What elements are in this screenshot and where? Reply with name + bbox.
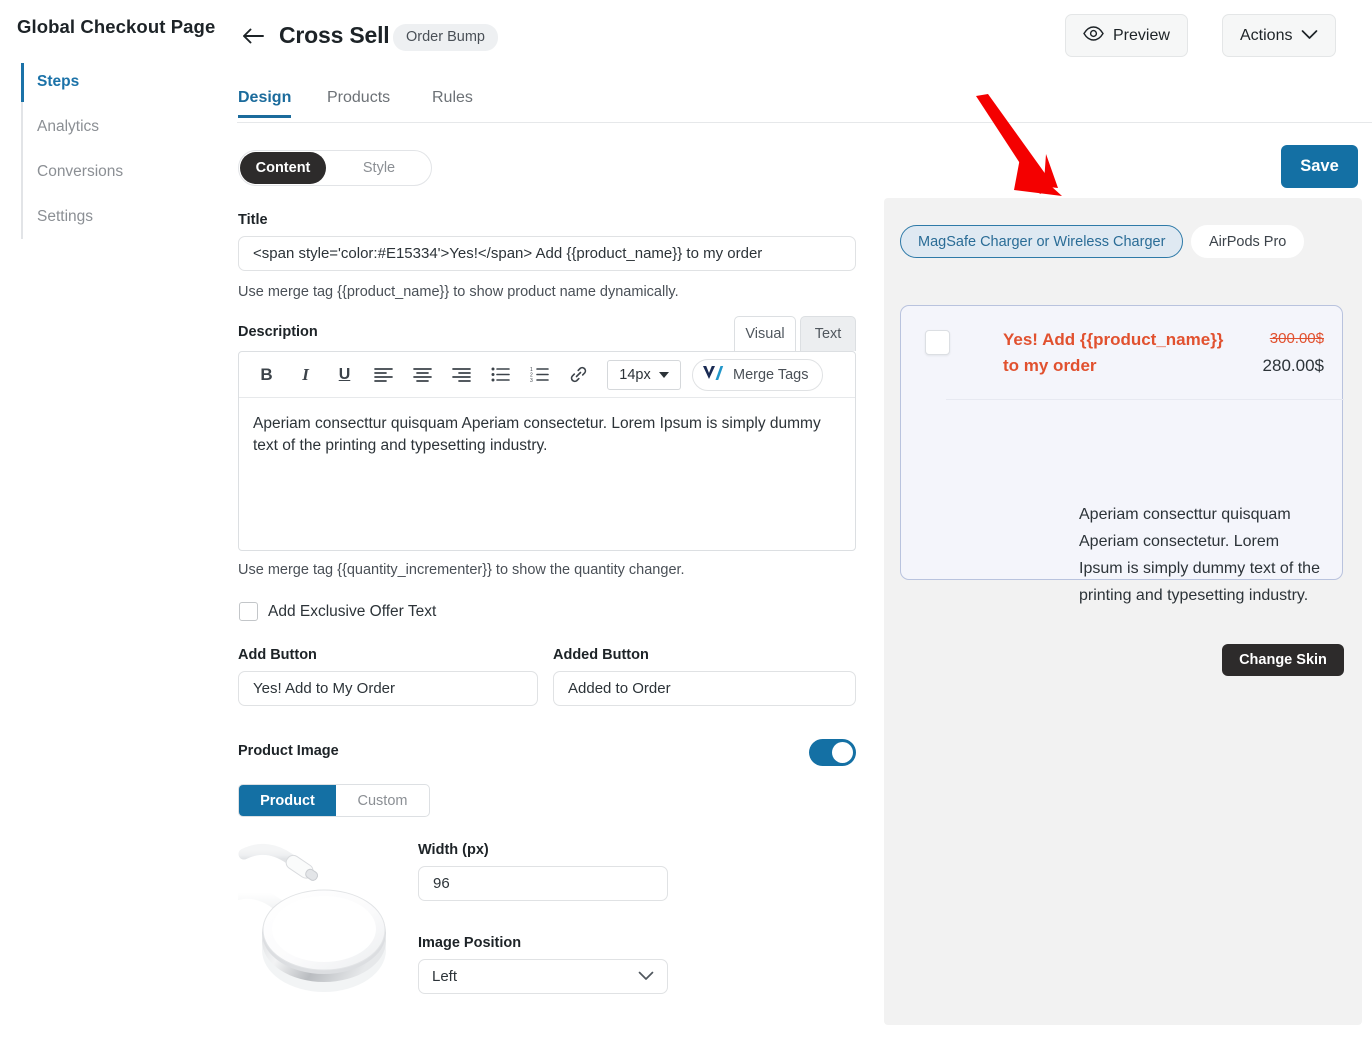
title-input[interactable] — [238, 236, 856, 271]
font-size-value: 14px — [619, 366, 651, 383]
description-textarea[interactable]: Aperiam consecttur quisquam Aperiam cons… — [239, 398, 855, 550]
description-editor: B I U 1 2 3 14px Merge Tags Aperiam cons… — [238, 351, 856, 551]
eye-icon — [1083, 25, 1104, 46]
sidebar-item-analytics[interactable]: Analytics — [37, 118, 99, 136]
app-root: Global Checkout Page Steps Analytics Con… — [0, 0, 1372, 1061]
editor-toolbar: B I U 1 2 3 14px Merge Tags — [239, 352, 855, 398]
numbered-list-icon[interactable]: 1 2 3 — [520, 358, 559, 392]
order-bump-divider — [946, 399, 1344, 400]
sidebar-item-conversions[interactable]: Conversions — [37, 163, 123, 181]
sidebar-item-settings[interactable]: Settings — [37, 208, 93, 226]
italic-icon[interactable]: I — [286, 358, 325, 392]
width-input[interactable] — [418, 866, 668, 901]
page-title-sidebar: Global Checkout Page — [17, 16, 216, 37]
editor-tab-text[interactable]: Text — [800, 316, 856, 351]
italic-glyph: I — [302, 364, 309, 384]
add-button-label: Add Button — [238, 647, 317, 663]
exclusive-offer-checkbox[interactable] — [239, 602, 258, 621]
align-center-icon[interactable] — [403, 358, 442, 392]
preview-button-label: Preview — [1113, 26, 1170, 44]
v-slash-logo-icon — [702, 364, 726, 386]
product-image-source-custom[interactable]: Custom — [336, 785, 429, 816]
sidebar-rail-active-indicator — [21, 63, 24, 102]
chevron-down-icon — [658, 367, 669, 383]
preview-product-tab-magsafe[interactable]: MagSafe Charger or Wireless Charger — [900, 225, 1184, 258]
link-icon[interactable] — [559, 358, 598, 392]
tab-design[interactable]: Design — [238, 89, 292, 118]
segment-content[interactable]: Content — [240, 152, 326, 184]
editor-tab-visual[interactable]: Visual — [734, 316, 796, 351]
preview-product-tab-airpods[interactable]: AirPods Pro — [1191, 225, 1305, 258]
merge-tags-label: Merge Tags — [733, 366, 809, 383]
bullet-list-icon[interactable] — [481, 358, 520, 392]
tab-rules[interactable]: Rules — [432, 89, 473, 118]
order-bump-checkbox[interactable] — [925, 330, 950, 355]
image-position-value: Left — [432, 968, 458, 985]
preview-panel: MagSafe Charger or Wireless Charger AirP… — [884, 198, 1362, 1025]
content-style-segment: Content Style — [238, 150, 432, 186]
width-label: Width (px) — [418, 842, 489, 858]
description-label: Description — [238, 324, 318, 340]
actions-button-label: Actions — [1240, 26, 1293, 44]
exclusive-offer-label[interactable]: Add Exclusive Offer Text — [268, 603, 436, 621]
image-position-select[interactable]: Left — [418, 959, 668, 994]
segment-style[interactable]: Style — [329, 152, 429, 184]
image-position-label: Image Position — [418, 935, 522, 951]
chevron-down-icon — [638, 968, 654, 985]
sidebar-item-steps[interactable]: Steps — [37, 73, 79, 91]
back-arrow-icon[interactable] — [239, 22, 269, 50]
underline-glyph: U — [338, 365, 351, 383]
preview-button[interactable]: Preview — [1065, 14, 1188, 57]
bold-glyph: B — [260, 364, 273, 384]
merge-tags-button[interactable]: Merge Tags — [692, 358, 823, 391]
product-image-source-segment: Product Custom — [238, 784, 430, 817]
add-button-input[interactable] — [238, 671, 538, 706]
status-badge-order-bump: Order Bump — [393, 24, 498, 51]
title-help-text: Use merge tag {{product_name}} to show p… — [238, 284, 679, 300]
align-left-icon[interactable] — [364, 358, 403, 392]
magsafe-charger-photo — [238, 837, 398, 997]
actions-button[interactable]: Actions — [1222, 14, 1337, 57]
order-bump-preview-card: Yes! Add {{product_name}} to my order 30… — [900, 305, 1344, 604]
font-size-select[interactable]: 14px — [607, 359, 681, 390]
tab-products[interactable]: Products — [327, 89, 390, 118]
align-right-icon[interactable] — [442, 358, 481, 392]
product-image-source-product[interactable]: Product — [239, 785, 336, 816]
title-label: Title — [238, 212, 268, 228]
order-bump-title: Yes! Add {{product_name}} to my order — [1003, 330, 1224, 376]
added-button-label: Added Button — [553, 647, 649, 663]
page-title: Cross Sell — [279, 22, 390, 48]
added-button-input[interactable] — [553, 671, 856, 706]
left-sidebar: Global Checkout Page Steps Analytics Con… — [0, 0, 221, 1061]
order-bump-description: Aperiam consecttur quisquam Aperiam cons… — [1079, 506, 1320, 604]
header-divider — [237, 122, 1372, 123]
chevron-down-icon — [1301, 27, 1318, 45]
save-button[interactable]: Save — [1281, 145, 1358, 188]
red-arrow-annotation-icon — [958, 92, 1078, 204]
underline-icon[interactable]: U — [325, 358, 364, 392]
bold-icon[interactable]: B — [247, 358, 286, 392]
product-image-toggle[interactable] — [809, 739, 856, 766]
order-bump-original-price: 300.00$ — [1269, 330, 1324, 347]
change-skin-button[interactable]: Change Skin — [1222, 644, 1344, 676]
product-image-label: Product Image — [238, 743, 339, 759]
svg-text:3: 3 — [530, 378, 533, 382]
order-bump-current-price: 280.00$ — [1262, 356, 1324, 375]
description-help-text: Use merge tag {{quantity_incrementer}} t… — [238, 562, 685, 578]
